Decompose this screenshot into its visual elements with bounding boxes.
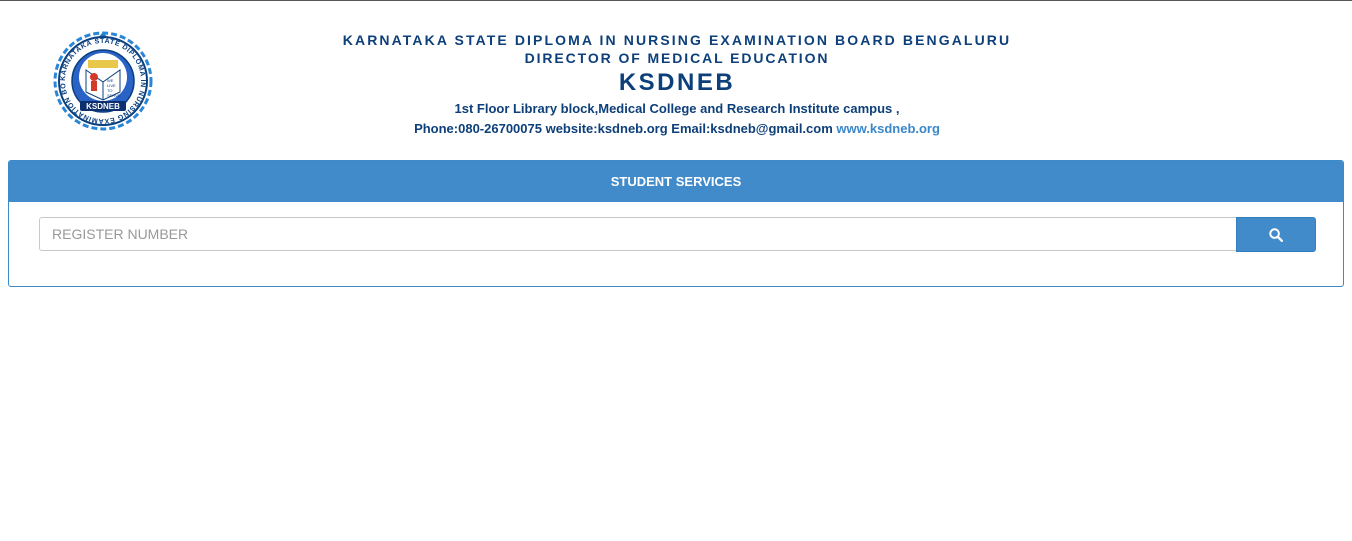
panel-heading: STUDENT SERVICES xyxy=(9,161,1343,202)
board-name: KARNATAKA STATE DIPLOMA IN NURSING EXAMI… xyxy=(342,32,1012,48)
contact-line: Phone:080-26700075 website:ksdneb.org Em… xyxy=(277,119,1077,138)
search-button[interactable] xyxy=(1236,217,1316,252)
search-row xyxy=(39,217,1316,252)
ksdneb-seal-icon: KARNATAKA STATE DIPLOMA IN NURSING EXAMI… xyxy=(49,25,153,131)
svg-text:SERVE: SERVE xyxy=(107,93,121,98)
address-line: 1st Floor Library block,Medical College … xyxy=(454,101,900,116)
contact-text: Phone:080-26700075 website:ksdneb.org Em… xyxy=(414,121,833,136)
svg-text:KSDNEB: KSDNEB xyxy=(86,102,120,111)
director-title: DIRECTOR OF MEDICAL EDUCATION xyxy=(524,50,830,66)
top-border xyxy=(0,0,1352,1)
header-text-block: KARNATAKA STATE DIPLOMA IN NURSING EXAMI… xyxy=(277,31,1077,138)
website-link[interactable]: www.ksdneb.org xyxy=(836,121,940,136)
register-number-input[interactable] xyxy=(39,217,1237,251)
student-services-panel: STUDENT SERVICES xyxy=(8,160,1344,287)
page-title: KSDNEB xyxy=(618,69,736,96)
ksdneb-logo: KARNATAKA STATE DIPLOMA IN NURSING EXAMI… xyxy=(49,25,154,132)
search-icon xyxy=(1269,227,1283,242)
